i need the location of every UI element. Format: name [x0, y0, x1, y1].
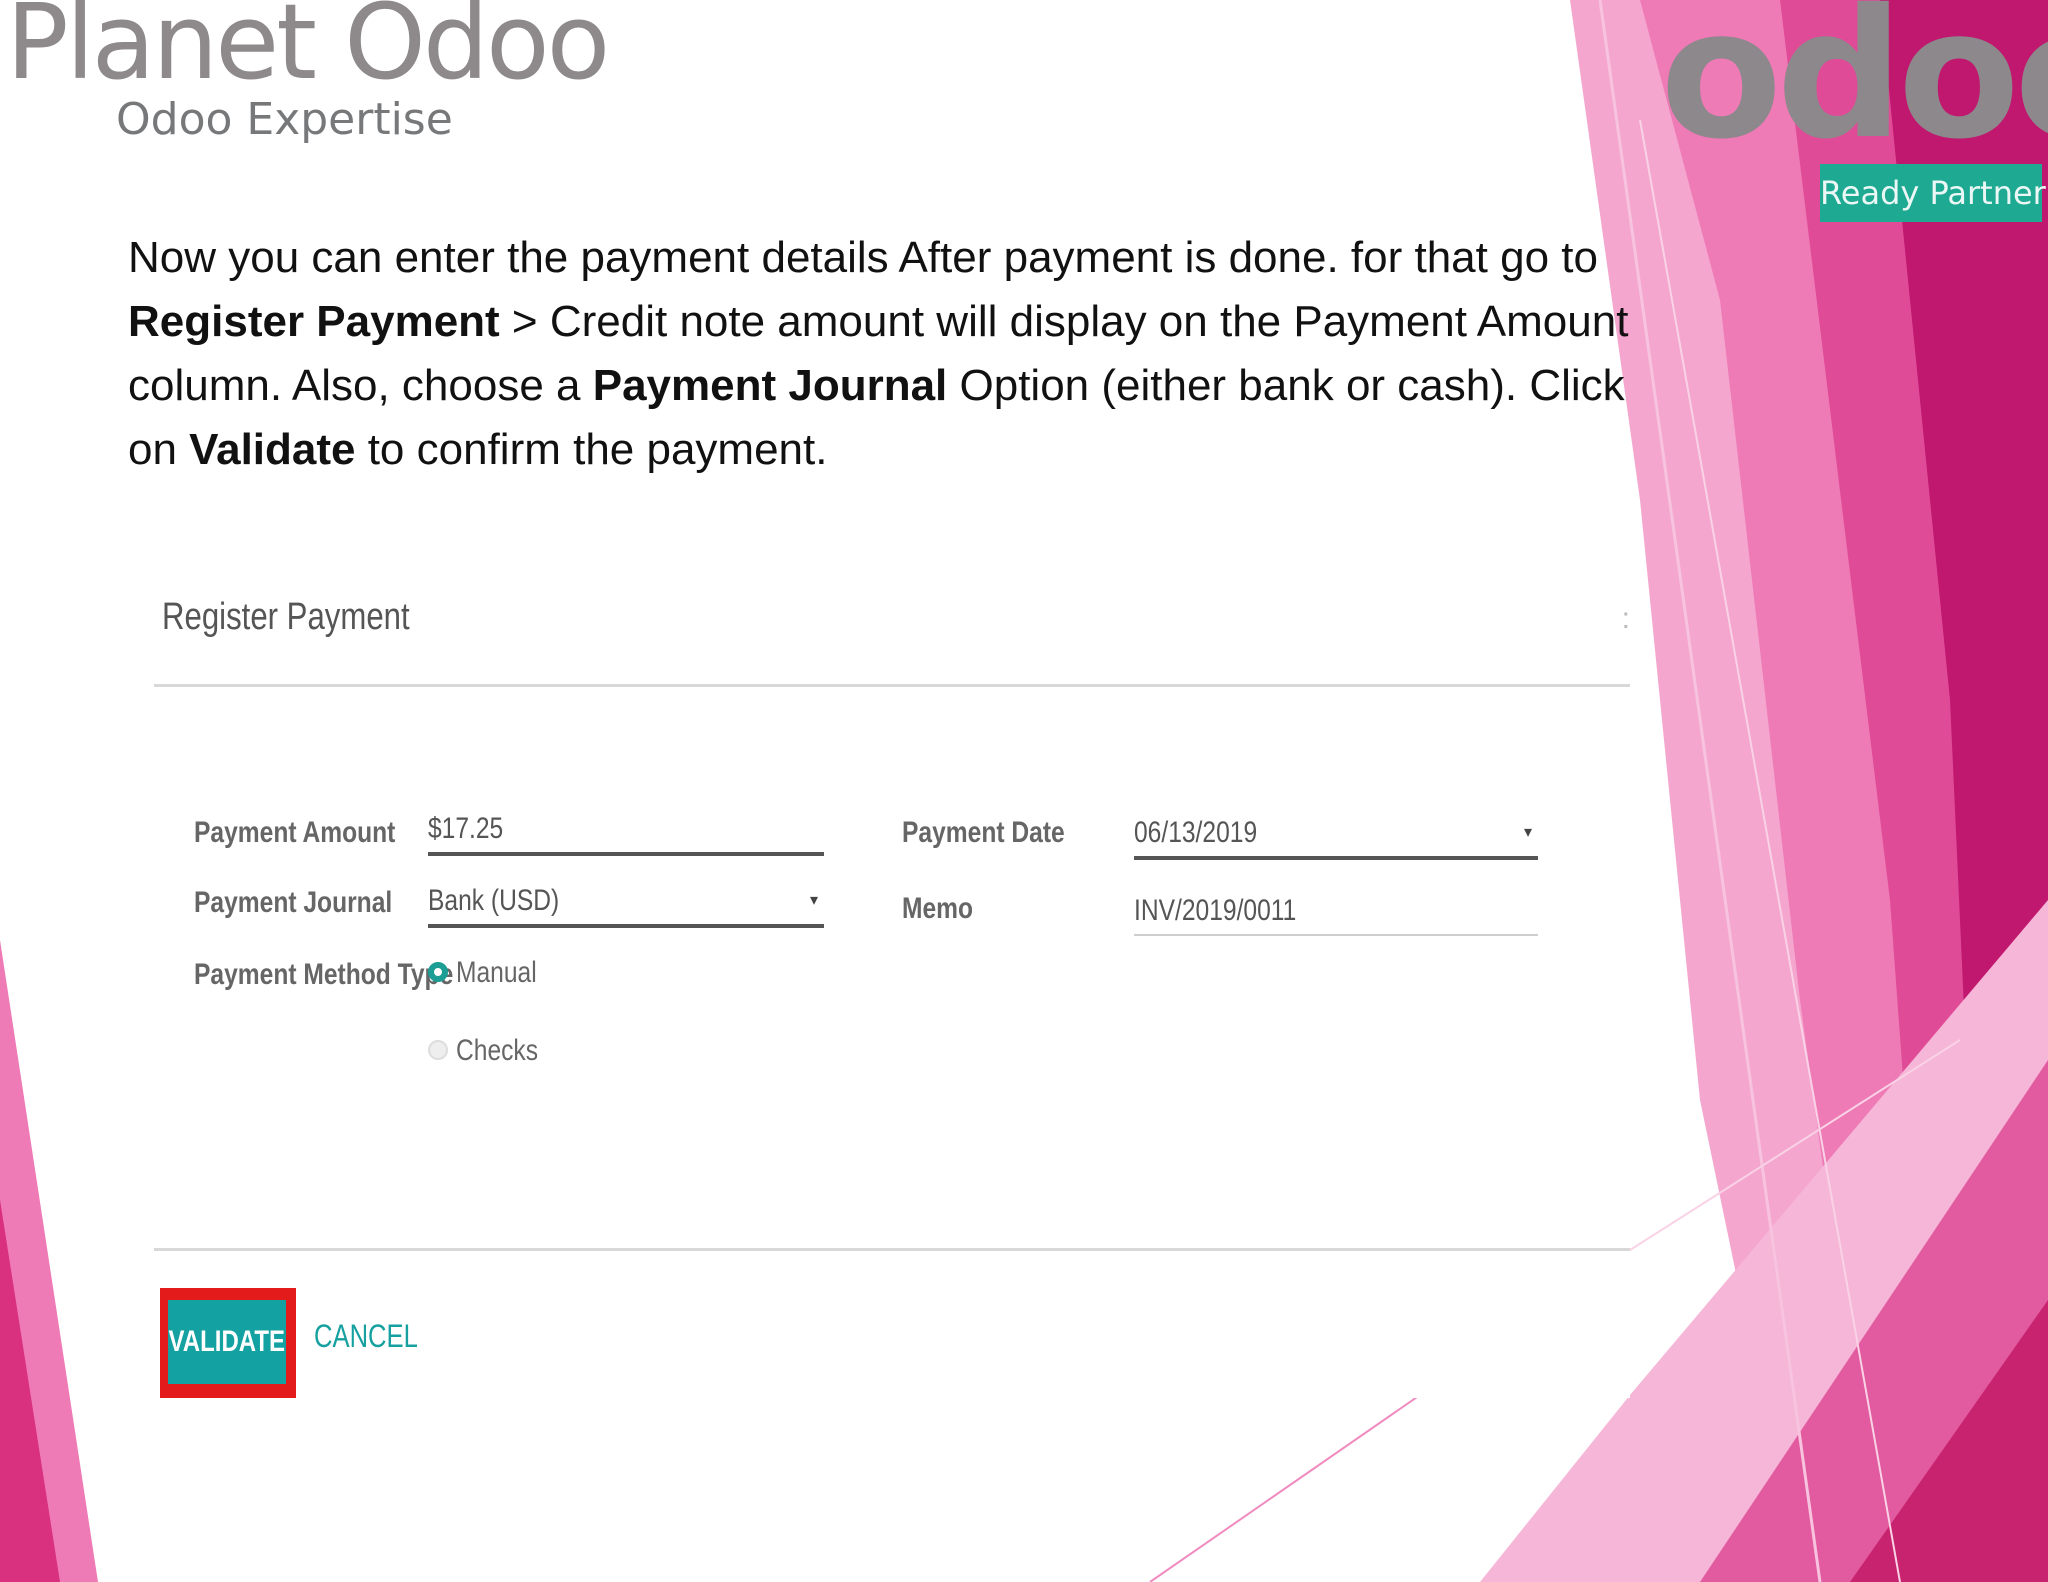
memo-input[interactable]: INV/2019/0011 [1134, 886, 1538, 936]
odoo-logo-word: odoo [1660, 0, 2048, 178]
planet-odoo-logo-subtitle: Odoo Expertise [116, 94, 453, 145]
payment-journal-select[interactable]: Bank (USD) ▾ [428, 876, 824, 928]
payment-date-label: Payment Date [902, 816, 1065, 849]
instruction-register-payment: Register Payment [128, 297, 500, 346]
payment-method-type-label: Payment Method Type [194, 958, 454, 991]
payment-journal-value: Bank (USD) [428, 884, 560, 917]
register-payment-dialog: Register Payment : Payment Amount $17.25… [154, 560, 1630, 1398]
payment-date-value: 06/13/2019 [1134, 816, 1258, 849]
radio-unselected-icon[interactable] [428, 1040, 448, 1060]
dialog-title: Register Payment [162, 596, 410, 638]
planet-odoo-logo-title: Planet Odoo [6, 0, 610, 103]
cancel-button[interactable]: CANCEL [314, 1318, 418, 1355]
payment-method-manual-option[interactable]: Manual [428, 956, 628, 996]
caret-down-icon: ▾ [1523, 824, 1532, 841]
instruction-part-4: to confirm the payment. [355, 425, 828, 474]
header-divider [154, 684, 1630, 687]
payment-method-checks-label: Checks [456, 1034, 539, 1067]
memo-label: Memo [902, 892, 974, 925]
footer-divider [154, 1248, 1630, 1251]
payment-amount-label: Payment Amount [194, 816, 396, 849]
instruction-part-1: Now you can enter the payment details Af… [128, 233, 1598, 282]
planet-odoo-logo-text: Planet Odoo [6, 0, 610, 103]
odoo-ready-partner-logo: odoo Ready Partner [1660, 0, 2048, 222]
payment-amount-value: $17.25 [428, 812, 504, 845]
payment-amount-input[interactable]: $17.25 [428, 804, 824, 856]
ready-partner-badge: Ready Partner [1820, 164, 2046, 222]
payment-date-input[interactable]: 06/13/2019 ▾ [1134, 808, 1538, 860]
instruction-payment-journal: Payment Journal [592, 361, 948, 410]
payment-method-manual-label: Manual [456, 956, 537, 989]
payment-journal-label: Payment Journal [194, 886, 393, 919]
planet-odoo-logo: Planet Odoo Odoo Expertise [6, 0, 610, 145]
memo-value: INV/2019/0011 [1134, 894, 1297, 927]
validate-button-label: VALIDATE [168, 1325, 286, 1358]
instruction-validate: Validate [189, 425, 356, 474]
instruction-text: Now you can enter the payment details Af… [128, 226, 1638, 482]
radio-selected-icon[interactable] [428, 962, 448, 982]
close-icon[interactable]: : [1622, 602, 1630, 636]
validate-button[interactable]: VALIDATE [168, 1300, 286, 1384]
payment-method-checks-option[interactable]: Checks [428, 1034, 628, 1074]
validate-highlight-box: VALIDATE [160, 1288, 296, 1398]
caret-down-icon: ▾ [809, 892, 818, 909]
